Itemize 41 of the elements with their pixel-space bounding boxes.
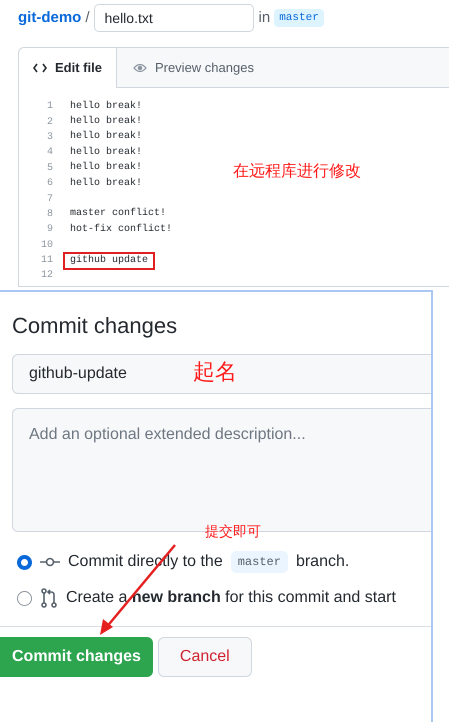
line-number: 1	[46, 100, 53, 114]
annotation-note: 起名	[193, 358, 237, 386]
pull-request-icon	[40, 588, 58, 608]
filename-field[interactable]: hello.txt	[94, 4, 254, 32]
code-line: hello break!	[69, 114, 144, 130]
path-separator: /	[85, 8, 90, 28]
option-label: branch.	[296, 552, 350, 572]
repo-link[interactable]: git-demo	[18, 6, 82, 30]
in-label: in	[258, 8, 270, 28]
eye-icon	[132, 62, 147, 72]
commit-icon	[40, 557, 60, 567]
annotation-note: 在远程库进行修改	[233, 162, 361, 182]
radio-button[interactable]	[17, 554, 32, 570]
line-number: 10	[40, 238, 53, 253]
editor-tab[interactable]: Edit file	[19, 48, 117, 88]
code-icon	[33, 63, 47, 73]
line-number: 6	[46, 177, 53, 192]
code-line: master conflict!	[69, 206, 168, 222]
line-number: 4	[46, 146, 53, 160]
radio-button[interactable]	[17, 590, 32, 606]
code-line: hello break!	[69, 146, 144, 160]
line-number: 11	[40, 254, 53, 268]
line-number: 9	[46, 223, 53, 238]
line-number: 2	[46, 116, 53, 130]
commit-button[interactable]: Commit changes	[0, 637, 153, 677]
line-number: 12	[40, 269, 53, 284]
code-line: hello break!	[69, 130, 144, 144]
branch-badge: master	[230, 551, 288, 573]
line-number: 5	[46, 162, 53, 176]
code-line: hot-fix conflict!	[69, 222, 174, 237]
line-number: 8	[46, 208, 53, 222]
code-line: hello break!	[69, 160, 144, 176]
cancel-button[interactable]: Cancel	[158, 637, 252, 677]
line-number: 3	[46, 130, 53, 145]
editor-tab[interactable]: Preview changes	[116, 48, 270, 87]
line-number: 7	[46, 192, 53, 207]
code-line: hello break!	[69, 100, 144, 114]
option-label: Create a new branch for this commit and start	[66, 588, 396, 608]
code-line: hello break!	[69, 176, 144, 191]
branch-badge: master	[274, 8, 324, 28]
commit-title: Commit changes	[12, 312, 178, 340]
